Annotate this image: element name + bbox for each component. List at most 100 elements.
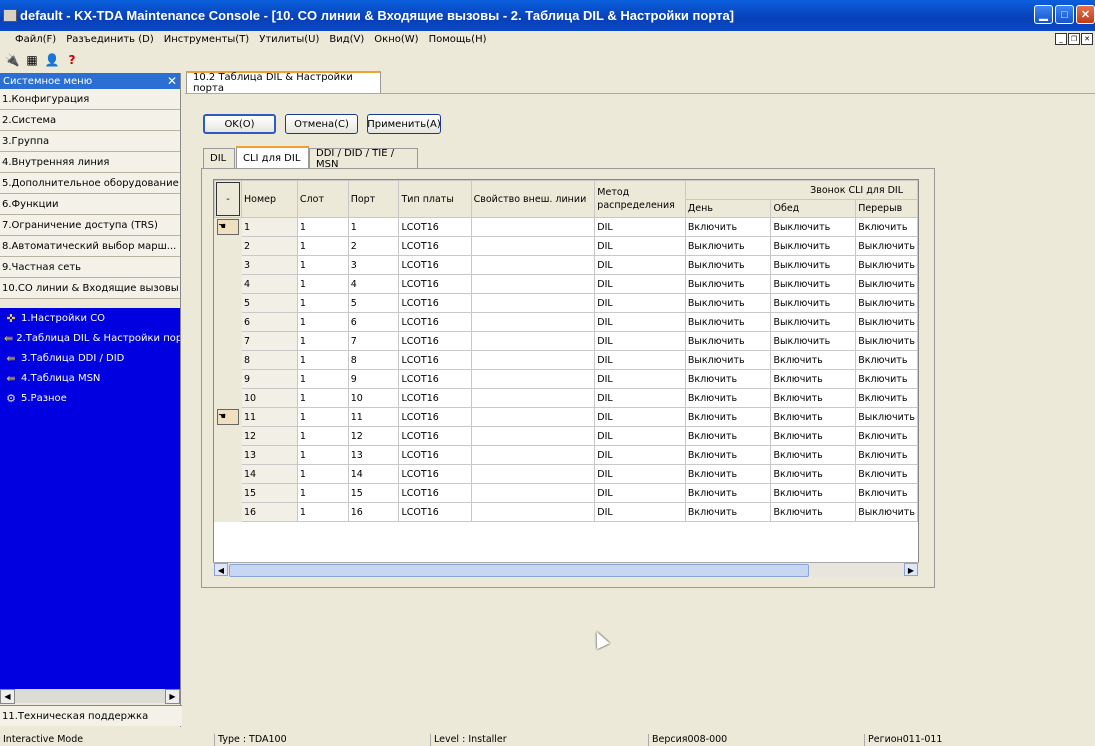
cell-co-property[interactable] — [470, 255, 596, 275]
cell-day[interactable]: Выключить — [684, 312, 772, 332]
menu-file[interactable]: Файл(F) — [10, 34, 61, 45]
cell-lunch[interactable]: Выключить — [770, 293, 857, 313]
cell-co-property[interactable] — [470, 426, 596, 446]
sidebar-item-features[interactable]: 6.Функции — [0, 194, 180, 215]
table-row[interactable]: 12 1 12 LCOT16 DIL Включить Включить Включить — [214, 426, 918, 446]
cell-lunch[interactable]: Выключить — [770, 217, 857, 237]
sidebar-item-extension[interactable]: 4.Внутренняя линия — [0, 152, 180, 173]
cell-lunch[interactable]: Включить — [770, 426, 857, 446]
cell-port[interactable]: 12 — [347, 426, 400, 446]
cancel-button[interactable]: Отмена(C) — [285, 114, 358, 134]
row-selector[interactable] — [214, 236, 242, 256]
cell-number[interactable]: 5 — [241, 293, 298, 313]
cell-port[interactable]: 5 — [347, 293, 400, 313]
cell-number[interactable]: 11 — [241, 407, 298, 427]
cell-port[interactable]: 3 — [347, 255, 400, 275]
header-distribution-method[interactable]: Метод распределения — [594, 180, 686, 218]
row-selector[interactable] — [214, 331, 242, 351]
cell-distribution-method[interactable]: DIL — [594, 312, 686, 332]
header-port[interactable]: Порт — [347, 180, 400, 218]
cell-lunch[interactable]: Включить — [770, 388, 857, 408]
cell-lunch[interactable]: Включить — [770, 483, 857, 503]
close-icon[interactable]: ✕ — [1076, 5, 1095, 24]
menu-window[interactable]: Окно(W) — [369, 34, 423, 45]
cell-card-type[interactable]: LCOT16 — [398, 217, 472, 237]
cell-number[interactable]: 3 — [241, 255, 298, 275]
cell-distribution-method[interactable]: DIL — [594, 274, 686, 294]
menu-disconnect[interactable]: Разъединить (D) — [61, 34, 159, 45]
cell-port[interactable]: 15 — [347, 483, 400, 503]
select-all-corner[interactable]: - — [216, 182, 240, 216]
cell-card-type[interactable]: LCOT16 — [398, 255, 472, 275]
cell-co-property[interactable] — [470, 445, 596, 465]
cell-port[interactable]: 11 — [347, 407, 400, 427]
cell-day[interactable]: Включить — [684, 369, 772, 389]
grid-horizontal-scrollbar[interactable]: ◀ ▶ — [213, 562, 919, 577]
cell-break[interactable]: Включить — [855, 388, 918, 408]
cell-slot[interactable]: 1 — [296, 407, 349, 427]
table-row[interactable]: 9 1 9 LCOT16 DIL Включить Включить Включить — [214, 369, 918, 389]
submenu-ddi-table[interactable]: ⇚ 3.Таблица DDI / DID — [0, 348, 180, 368]
row-selector[interactable]: ☚ — [214, 217, 242, 237]
cell-port[interactable]: 6 — [347, 312, 400, 332]
cell-slot[interactable]: 1 — [296, 464, 349, 484]
ok-button[interactable]: OK(O) — [203, 114, 276, 134]
submenu-misc[interactable]: ⚙ 5.Разное — [0, 388, 180, 408]
cell-distribution-method[interactable]: DIL — [594, 293, 686, 313]
cell-co-property[interactable] — [470, 293, 596, 313]
cell-port[interactable]: 2 — [347, 236, 400, 256]
cell-break[interactable]: Включить — [855, 369, 918, 389]
cell-co-property[interactable] — [470, 464, 596, 484]
sidebar-item-tech-support[interactable]: 11.Техническая поддержка — [0, 705, 182, 726]
tab-dil[interactable]: DIL — [203, 148, 235, 168]
table-row[interactable]: 16 1 16 LCOT16 DIL Включить Включить Выключить — [214, 502, 918, 522]
cell-lunch[interactable]: Включить — [770, 407, 857, 427]
scroll-thumb[interactable] — [229, 564, 809, 577]
cell-co-property[interactable] — [470, 236, 596, 256]
cell-day[interactable]: Выключить — [684, 350, 772, 370]
row-selector[interactable] — [214, 274, 242, 294]
sidebar-scrollbar[interactable]: ◀ ▶ — [0, 689, 180, 704]
table-row[interactable]: ☚ 1 1 1 LCOT16 DIL Включить Выключить Включить — [214, 217, 918, 237]
cell-card-type[interactable]: LCOT16 — [398, 407, 472, 427]
cell-port[interactable]: 16 — [347, 502, 400, 522]
cell-card-type[interactable]: LCOT16 — [398, 236, 472, 256]
cell-distribution-method[interactable]: DIL — [594, 350, 686, 370]
cell-distribution-method[interactable]: DIL — [594, 331, 686, 351]
cell-break[interactable]: Выключить — [855, 255, 918, 275]
cell-lunch[interactable]: Включить — [770, 350, 857, 370]
cell-distribution-method[interactable]: DIL — [594, 217, 686, 237]
cell-break[interactable]: Выключить — [855, 502, 918, 522]
submenu-dil-table[interactable]: ⇚ 2.Таблица DIL & Настройки порта — [0, 328, 180, 348]
table-row[interactable]: ☚ 11 1 11 LCOT16 DIL Включить Включить Выключить — [214, 407, 918, 427]
header-co-property[interactable]: Свойство внеш. линии — [470, 180, 596, 218]
mdi-close-icon[interactable]: ✕ — [1081, 33, 1093, 45]
menu-tools[interactable]: Инструменты(T) — [159, 34, 254, 45]
cell-card-type[interactable]: LCOT16 — [398, 502, 472, 522]
row-selector[interactable] — [214, 388, 242, 408]
cell-break[interactable]: Выключить — [855, 236, 918, 256]
cell-distribution-method[interactable]: DIL — [594, 369, 686, 389]
cell-break[interactable]: Выключить — [855, 331, 918, 351]
cell-distribution-method[interactable]: DIL — [594, 502, 686, 522]
cell-card-type[interactable]: LCOT16 — [398, 331, 472, 351]
cell-lunch[interactable]: Выключить — [770, 255, 857, 275]
cell-port[interactable]: 13 — [347, 445, 400, 465]
cell-port[interactable]: 4 — [347, 274, 400, 294]
cell-day[interactable]: Выключить — [684, 331, 772, 351]
cell-day[interactable]: Выключить — [684, 274, 772, 294]
help-icon[interactable]: ? — [64, 52, 80, 68]
sidebar-item-group[interactable]: 3.Группа — [0, 131, 180, 152]
cell-break[interactable]: Включить — [855, 426, 918, 446]
row-selector[interactable] — [214, 502, 242, 522]
cell-number[interactable]: 12 — [241, 426, 298, 446]
cell-distribution-method[interactable]: DIL — [594, 388, 686, 408]
table-row[interactable]: 13 1 13 LCOT16 DIL Включить Включить Включить — [214, 445, 918, 465]
cell-co-property[interactable] — [470, 274, 596, 294]
cell-card-type[interactable]: LCOT16 — [398, 426, 472, 446]
scroll-right-icon[interactable]: ▶ — [904, 563, 918, 576]
cell-distribution-method[interactable]: DIL — [594, 445, 686, 465]
row-selector[interactable] — [214, 426, 242, 446]
cell-distribution-method[interactable]: DIL — [594, 407, 686, 427]
cell-port[interactable]: 9 — [347, 369, 400, 389]
